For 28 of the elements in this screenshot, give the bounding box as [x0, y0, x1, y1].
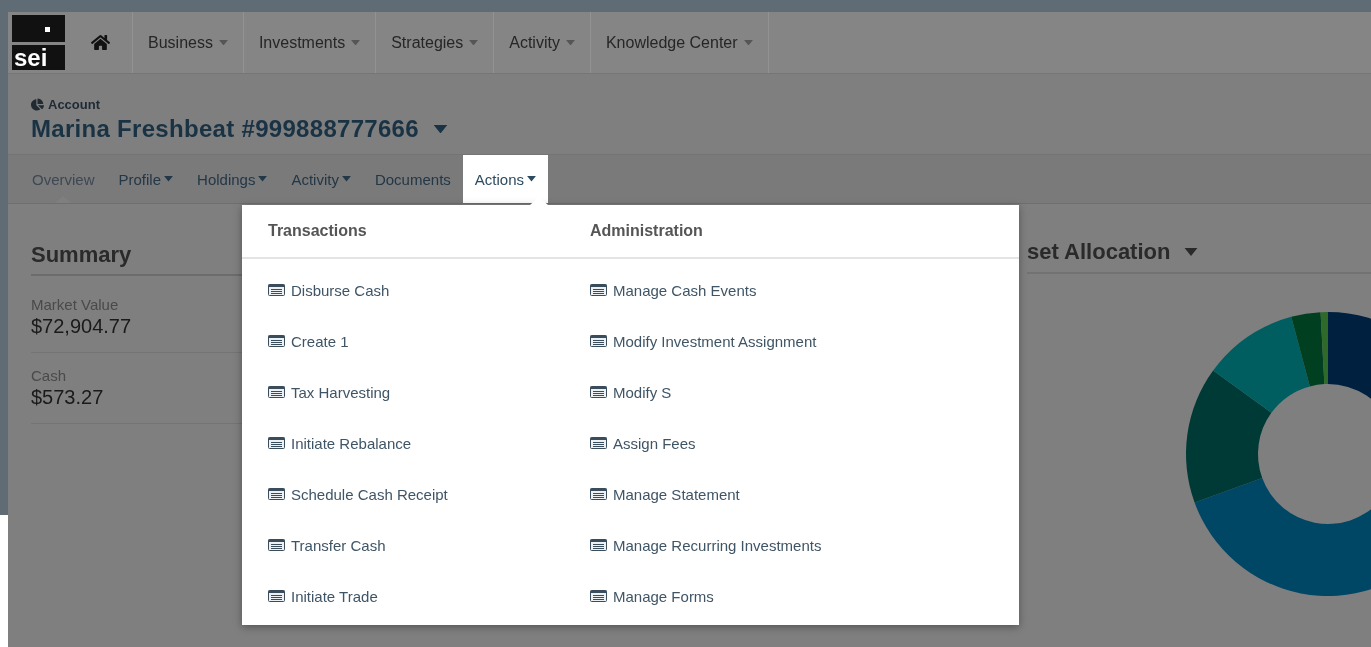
- menu-item[interactable]: Assign Fees: [590, 421, 696, 472]
- account-title: Marina Freshbeat #999888777666: [31, 115, 419, 143]
- menu-heading: Administration: [590, 222, 703, 240]
- nav-menu-item[interactable]: Investments: [243, 12, 377, 73]
- menu-item[interactable]: Initiate Rebalance: [268, 421, 412, 472]
- nav-menu-item[interactable]: Strategies: [376, 12, 495, 73]
- menu-item[interactable]: Tax Harvesting: [268, 370, 391, 421]
- menu-item[interactable]: Manage Recurring Investments: [590, 523, 822, 574]
- account-label: Account: [48, 96, 100, 112]
- menu-item[interactable]: Create 1: [268, 319, 349, 370]
- menu-item[interactable]: Schedule Cash Receipt: [268, 472, 448, 523]
- asset-allocation-heading[interactable]: set Allocation: [1027, 239, 1171, 265]
- menu-item[interactable]: Initiate Trade: [268, 574, 378, 625]
- menu-heading: Transactions: [268, 222, 367, 240]
- nav-menu-item[interactable]: Activity: [494, 12, 591, 73]
- menu-item[interactable]: Modify Investment Assignment: [590, 319, 817, 370]
- menu-item[interactable]: Transfer Cash: [268, 523, 386, 574]
- nav-menu-item[interactable]: Business: [133, 12, 244, 73]
- menu-item[interactable]: Manage Statement: [590, 472, 740, 523]
- sub-nav-tab[interactable]: Actions: [462, 155, 548, 203]
- metric-value: $72,904.77: [31, 315, 133, 338]
- menu-item[interactable]: Disburse Cash: [268, 268, 390, 319]
- logo[interactable]: sei: [12, 15, 65, 70]
- menu-item[interactable]: Manage Forms: [590, 574, 714, 625]
- metric-value: $573.27: [31, 386, 105, 409]
- nav-menu-item[interactable]: Knowledge Center: [590, 12, 769, 73]
- menu-item[interactable]: Modify S: [590, 370, 672, 421]
- menu-item[interactable]: Manage Cash Events: [590, 268, 757, 319]
